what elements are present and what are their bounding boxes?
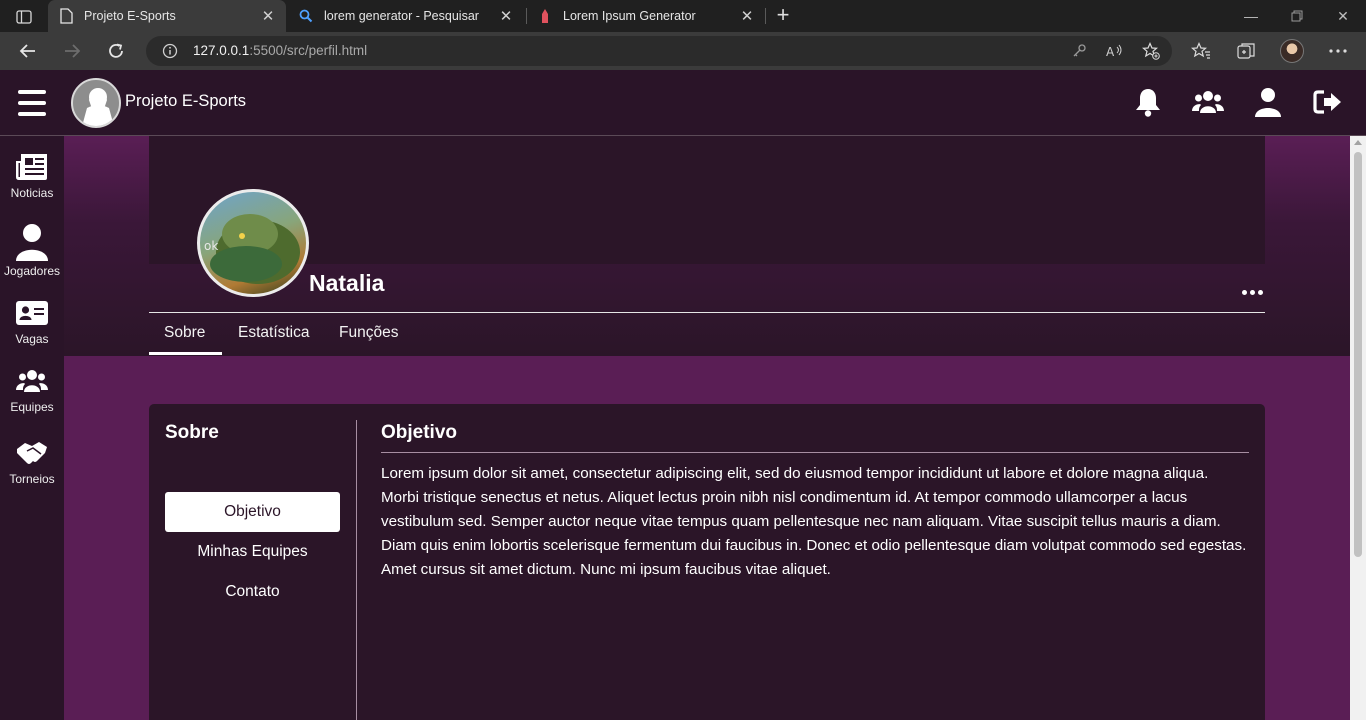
lipstick-icon	[537, 8, 553, 24]
browser-address-bar: 127.0.0.1:5500/src/perfil.html A	[0, 32, 1366, 70]
browser-tab-bar: Projeto E-Sports ✕ lorem generator - Pes…	[0, 0, 1366, 32]
forward-icon[interactable]	[58, 38, 86, 64]
key-icon[interactable]	[1070, 43, 1088, 59]
close-window-icon[interactable]: ✕	[1320, 0, 1366, 32]
page-scrollbar[interactable]	[1350, 136, 1366, 720]
url-field[interactable]: 127.0.0.1:5500/src/perfil.html A	[146, 36, 1172, 66]
browser-profile-avatar[interactable]	[1280, 39, 1304, 63]
sidebar-item-label: Noticias	[10, 186, 54, 200]
logout-icon[interactable]	[1312, 86, 1344, 118]
close-icon[interactable]: ✕	[737, 7, 757, 25]
bing-search-icon	[298, 8, 314, 24]
svg-text:A: A	[1106, 45, 1115, 58]
sidebar-item-vagas[interactable]: Vagas	[0, 296, 64, 346]
site-viewport: Projeto E-Sports Noticias Jogadores Vaga…	[0, 70, 1366, 720]
profile-avatar[interactable]: ok	[197, 189, 309, 297]
sidebar-item-noticias[interactable]: Noticias	[0, 150, 64, 200]
scroll-up-arrow-icon[interactable]	[1354, 140, 1362, 145]
more-options-icon[interactable]	[1242, 286, 1266, 298]
tab-title: lorem generator - Pesquisar	[324, 9, 479, 23]
divider	[149, 312, 1265, 313]
scroll-thumb[interactable]	[1354, 152, 1362, 557]
menu-item-minhas-equipes[interactable]: Minhas Equipes	[165, 532, 340, 572]
collections-icon[interactable]	[1235, 41, 1257, 61]
newspaper-icon	[14, 150, 50, 184]
tab-title: Lorem Ipsum Generator	[563, 9, 696, 23]
user-icon[interactable]	[1252, 86, 1284, 118]
tab-separator	[765, 8, 766, 24]
browser-tab-lorem[interactable]: Lorem Ipsum Generator ✕	[527, 0, 765, 32]
about-card: Sobre Objetivo Minhas Equipes Contato Ob…	[149, 404, 1265, 720]
users-icon	[14, 364, 50, 398]
tab-estatistica[interactable]: Estatística	[238, 324, 310, 342]
menu-icon[interactable]	[18, 90, 46, 116]
more-options-icon[interactable]	[1327, 41, 1349, 61]
minimize-icon[interactable]: —	[1228, 0, 1274, 32]
close-icon[interactable]: ✕	[496, 7, 516, 25]
sidebar-item-label: Vagas	[15, 332, 49, 346]
id-card-icon	[14, 296, 50, 330]
sidebar-item-label: Jogadores	[3, 264, 61, 278]
active-tab-indicator	[149, 352, 222, 355]
bell-icon[interactable]	[1132, 86, 1164, 118]
handshake-icon	[14, 436, 50, 470]
sidebar-item-label: Equipes	[10, 400, 54, 414]
side-navigation: Noticias Jogadores Vagas Equipes Torneio…	[0, 136, 64, 720]
restore-icon[interactable]	[1274, 0, 1320, 32]
sidebar-item-label: Torneios	[9, 472, 55, 486]
page-icon	[58, 8, 74, 24]
add-favorite-icon[interactable]	[1142, 42, 1160, 60]
url-text: 127.0.0.1:5500/src/perfil.html	[193, 43, 368, 58]
tab-funcoes[interactable]: Funções	[339, 324, 398, 342]
browser-tab-pesquisar[interactable]: lorem generator - Pesquisar ✕	[288, 0, 524, 32]
sidebar-item-jogadores[interactable]: Jogadores	[0, 222, 64, 278]
logo[interactable]	[71, 78, 121, 128]
close-icon[interactable]: ✕	[258, 7, 278, 25]
menu-item-objetivo[interactable]: Objetivo	[165, 492, 340, 532]
profile-banner	[149, 136, 1265, 264]
users-icon[interactable]	[1192, 86, 1224, 118]
sidebar-item-equipes[interactable]: Equipes	[0, 364, 64, 414]
svg-text:ok: ok	[204, 239, 218, 253]
profile-header: ok Natalia Sobre Estatística Funções	[64, 136, 1350, 356]
section-text: Lorem ipsum dolor sit amet, consectetur …	[381, 465, 1247, 578]
site-header: Projeto E-Sports	[0, 70, 1366, 136]
user-icon	[14, 222, 50, 262]
divider	[381, 452, 1249, 453]
tab-title: Projeto E-Sports	[84, 9, 176, 23]
profile-name: Natalia	[309, 270, 385, 296]
refresh-icon[interactable]	[102, 38, 130, 64]
tab-sobre[interactable]: Sobre	[164, 324, 205, 342]
about-side-title: Sobre	[165, 422, 219, 443]
brand-title[interactable]: Projeto E-Sports	[125, 92, 246, 111]
tab-actions-icon[interactable]	[10, 6, 38, 28]
new-tab-button[interactable]: +	[772, 4, 794, 28]
section-title: Objetivo	[381, 422, 458, 443]
read-aloud-icon[interactable]: A	[1106, 43, 1124, 59]
vertical-divider	[356, 420, 357, 720]
sidebar-item-torneios[interactable]: Torneios	[0, 436, 64, 486]
back-icon[interactable]	[14, 38, 42, 64]
menu-item-contato[interactable]: Contato	[165, 572, 340, 612]
favorites-icon[interactable]	[1190, 41, 1212, 61]
info-icon[interactable]	[162, 43, 178, 59]
browser-tab-projeto[interactable]: Projeto E-Sports ✕	[48, 0, 286, 32]
